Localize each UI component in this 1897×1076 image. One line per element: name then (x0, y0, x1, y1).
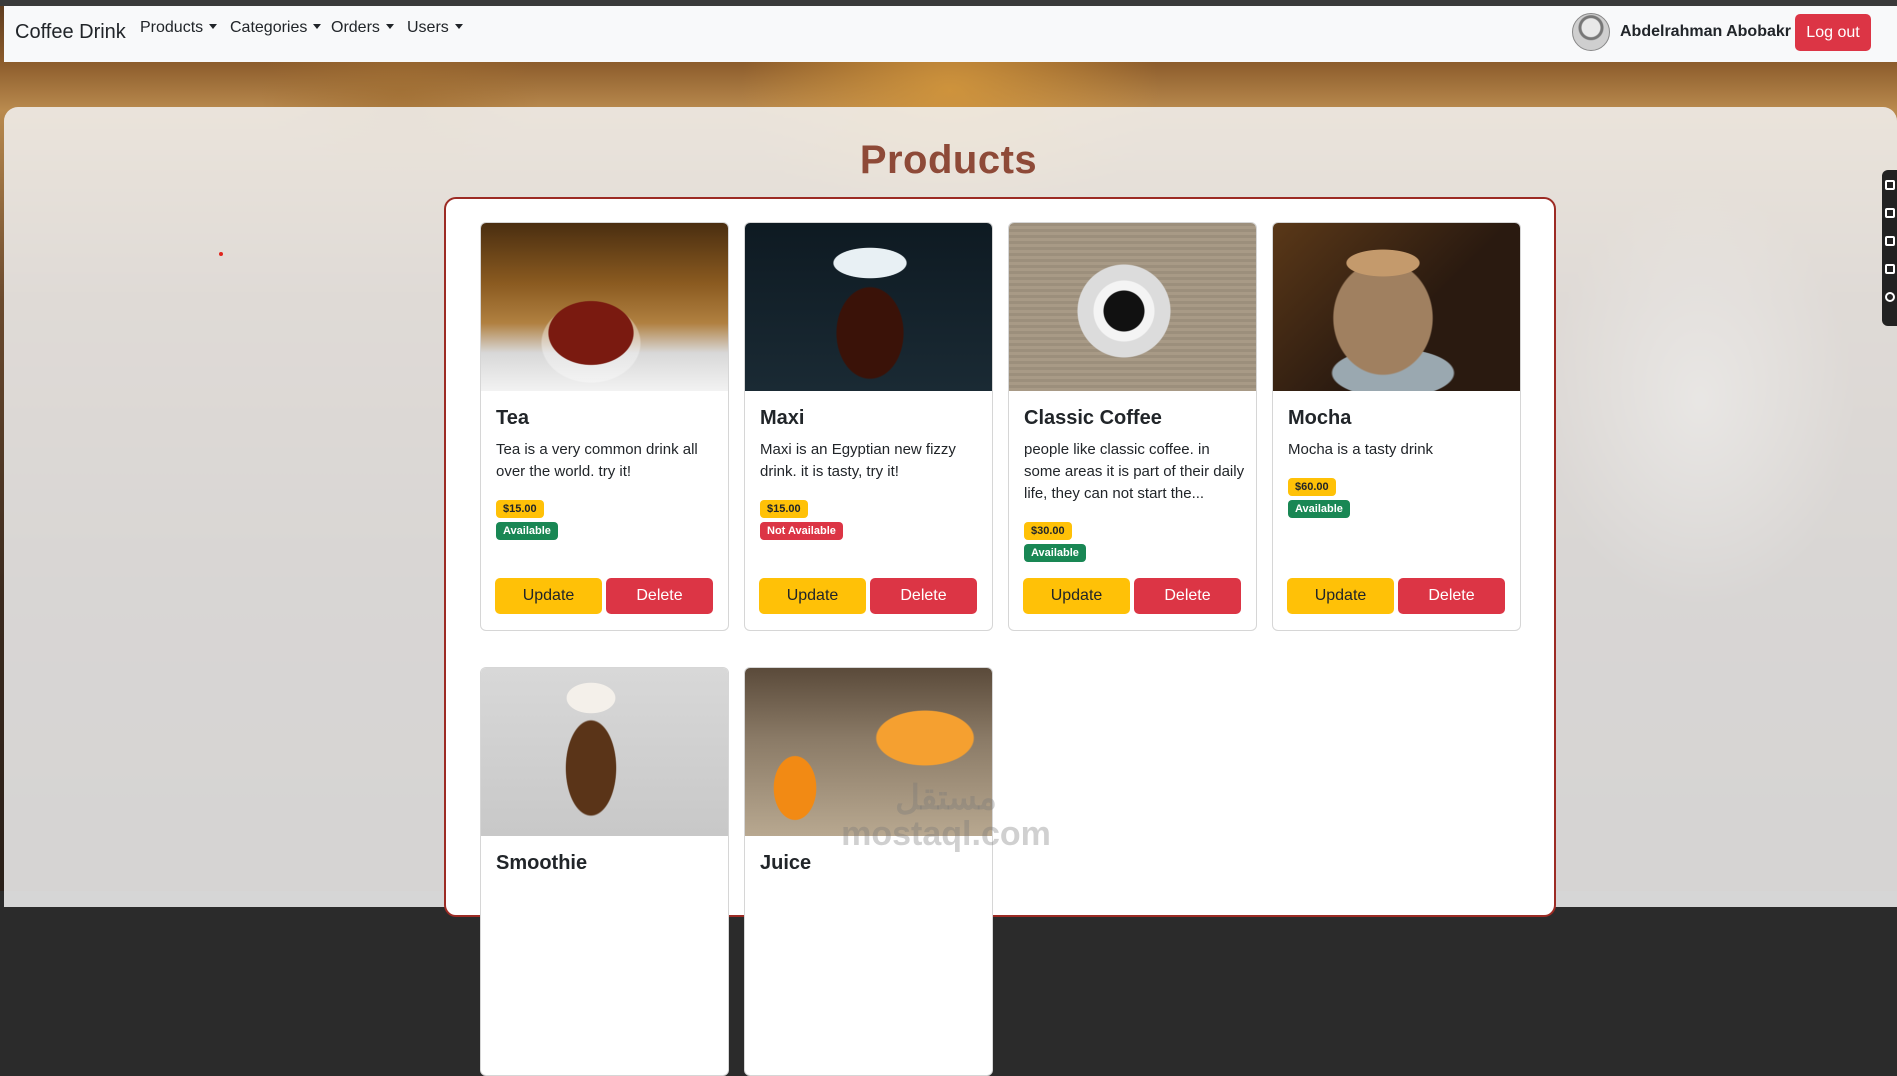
brand-link[interactable]: Coffee Drink (15, 21, 126, 44)
product-name: Mocha (1288, 407, 1352, 429)
product-name: Maxi (760, 407, 805, 429)
update-button[interactable]: Update (759, 578, 866, 614)
chevron-down-icon (209, 24, 218, 29)
product-description: people like classic coffee. in some area… (1024, 441, 1245, 502)
gear-icon[interactable] (1885, 292, 1895, 302)
logout-button[interactable]: Log out (1795, 14, 1871, 51)
product-card: Mocha Mocha is a tasty drink $60.00 Avai… (1272, 222, 1521, 631)
product-image (481, 668, 728, 836)
cursor-dot (219, 252, 223, 256)
watermark-domain: mostaql.com (841, 815, 1051, 853)
status-badge: Not Available (760, 522, 843, 540)
price-badge: $60.00 (1288, 478, 1336, 496)
delete-button[interactable]: Delete (1134, 578, 1241, 614)
price-badge: $15.00 (760, 500, 808, 518)
page-title: Products (859, 138, 1038, 182)
chevron-down-icon (385, 24, 394, 29)
delete-button[interactable]: Delete (870, 578, 977, 614)
tool-icon[interactable] (1885, 208, 1895, 218)
nav-orders-label: Orders (331, 19, 380, 36)
nav-products-dropdown[interactable]: Products (140, 19, 218, 37)
nav-categories-label: Categories (230, 19, 308, 36)
product-card: Juice (744, 667, 993, 1076)
avatar[interactable] (1572, 13, 1610, 51)
chevron-down-icon (313, 24, 322, 29)
product-card: Maxi Maxi is an Egyptian new fizzy drink… (744, 222, 993, 631)
chevron-down-icon (454, 24, 463, 29)
watermark-logo: مستقل mostaql.com (826, 780, 1066, 852)
price-badge: $30.00 (1024, 522, 1072, 540)
user-name: Abdelrahman Abobakr (1620, 23, 1791, 40)
product-description: Mocha is a tasty drink (1288, 441, 1434, 458)
nav-users-label: Users (407, 19, 449, 36)
update-button[interactable]: Update (1023, 578, 1130, 614)
product-name: Smoothie (496, 852, 588, 874)
nav-categories-dropdown[interactable]: Categories (230, 19, 322, 37)
product-image (745, 223, 992, 391)
tool-icon[interactable] (1885, 236, 1895, 246)
product-name: Juice (760, 852, 812, 874)
product-card: Smoothie (480, 667, 729, 1076)
status-badge: Available (496, 522, 558, 540)
price-badge: $15.00 (496, 500, 544, 518)
nav-products-label: Products (140, 19, 204, 36)
delete-button[interactable]: Delete (1398, 578, 1505, 614)
product-name: Classic Coffee (1024, 407, 1162, 429)
top-navbar: Coffee Drink Products Categories Orders … (4, 6, 1897, 62)
product-card: Tea Tea is a very common drink all over … (480, 222, 729, 631)
watermark-arabic: مستقل (895, 779, 997, 817)
product-description: Tea is a very common drink all over the … (496, 441, 698, 480)
update-button[interactable]: Update (1287, 578, 1394, 614)
delete-button[interactable]: Delete (606, 578, 713, 614)
product-card: Classic Coffee people like classic coffe… (1008, 222, 1257, 631)
product-description: Maxi is an Egyptian new fizzy drink. it … (760, 441, 956, 480)
tool-icon[interactable] (1885, 180, 1895, 190)
update-button[interactable]: Update (495, 578, 602, 614)
product-image (1273, 223, 1520, 391)
product-image (481, 223, 728, 391)
status-badge: Available (1288, 500, 1350, 518)
product-name: Tea (496, 407, 529, 429)
side-toolbar[interactable] (1882, 170, 1897, 326)
tool-icon[interactable] (1885, 264, 1895, 274)
product-image (1009, 223, 1256, 391)
nav-users-dropdown[interactable]: Users (407, 19, 463, 37)
status-badge: Available (1024, 544, 1086, 562)
nav-orders-dropdown[interactable]: Orders (331, 19, 394, 37)
